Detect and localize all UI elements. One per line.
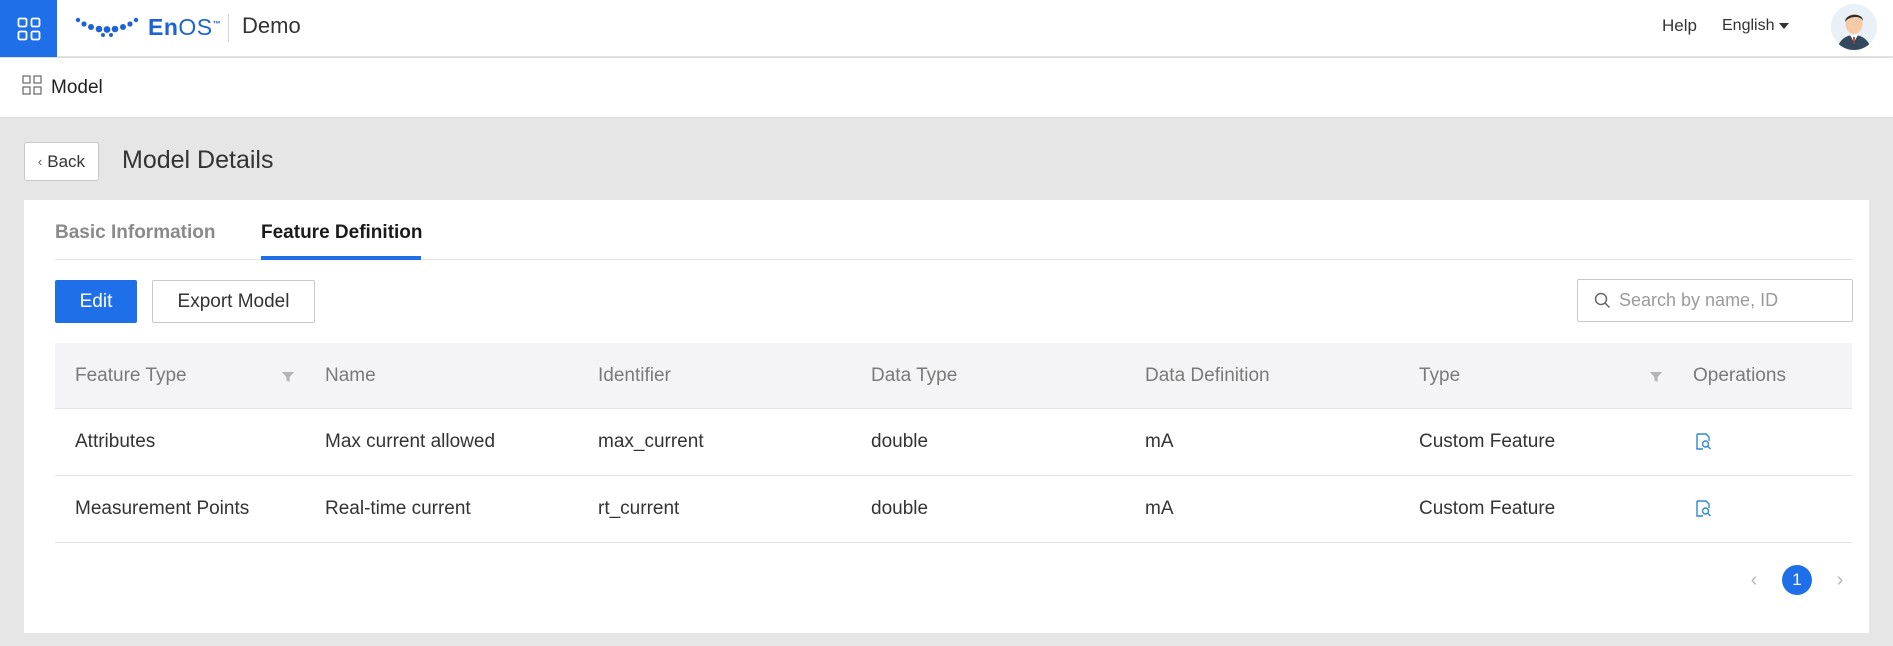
page-1-button[interactable]: 1 bbox=[1782, 565, 1812, 595]
cell-identifier: max_current bbox=[598, 431, 704, 452]
search-box[interactable] bbox=[1577, 279, 1853, 322]
view-detail-button[interactable] bbox=[1695, 433, 1712, 451]
enos-logo[interactable]: EnOS™ bbox=[74, 12, 221, 42]
col-identifier: Identifier bbox=[598, 364, 671, 386]
col-operations: Operations bbox=[1693, 364, 1786, 386]
cell-operations bbox=[1693, 409, 1712, 475]
search-input[interactable] bbox=[1619, 290, 1839, 311]
cell-data-type: double bbox=[871, 498, 929, 519]
breadcrumb-model[interactable]: Model bbox=[51, 77, 103, 99]
enos-logo-icon bbox=[75, 17, 139, 37]
filter-icon[interactable] bbox=[281, 370, 295, 384]
cell-data-definition: mA bbox=[1145, 431, 1174, 452]
pagination: ‹ 1 › bbox=[1744, 565, 1850, 595]
col-data-definition: Data Definition bbox=[1145, 364, 1270, 386]
col-name: Name bbox=[325, 364, 376, 386]
breadcrumb: Model bbox=[0, 58, 1893, 118]
tab-basic-information[interactable]: Basic Information bbox=[55, 222, 215, 244]
chevron-left-icon: ‹ bbox=[37, 154, 43, 169]
feature-table: Feature Type Name Identifier Data Type D… bbox=[55, 343, 1852, 543]
header-divider bbox=[228, 14, 229, 42]
col-data-type: Data Type bbox=[871, 364, 958, 386]
table-row: Attributes Max current allowed max_curre… bbox=[55, 409, 1852, 476]
edit-button[interactable]: Edit bbox=[55, 280, 137, 323]
search-icon bbox=[1594, 292, 1611, 309]
user-avatar[interactable] bbox=[1831, 4, 1877, 50]
cell-identifier: rt_current bbox=[598, 498, 680, 519]
language-label: English bbox=[1722, 17, 1775, 34]
top-nav-bar: EnOS™ Demo Help English bbox=[0, 0, 1893, 57]
cell-feature-type: Measurement Points bbox=[75, 498, 250, 519]
filter-icon[interactable] bbox=[1649, 370, 1663, 384]
details-card: Basic Information Feature Definition Edi… bbox=[24, 200, 1869, 633]
apps-grid-icon bbox=[17, 17, 40, 40]
caret-down-icon bbox=[1779, 23, 1790, 29]
col-type: Type bbox=[1419, 364, 1461, 386]
tab-bar: Basic Information Feature Definition bbox=[55, 200, 1852, 260]
cell-feature-type: Attributes bbox=[75, 431, 156, 452]
view-detail-icon bbox=[1696, 433, 1711, 450]
cell-name: Real-time current bbox=[325, 498, 471, 519]
cell-type: Custom Feature bbox=[1419, 498, 1556, 519]
cell-type: Custom Feature bbox=[1419, 431, 1556, 452]
cell-data-definition: mA bbox=[1145, 498, 1174, 519]
cell-name: Max current allowed bbox=[325, 431, 496, 452]
app-switcher-button[interactable] bbox=[0, 0, 57, 57]
back-label: Back bbox=[47, 151, 86, 171]
table-header: Feature Type Name Identifier Data Type D… bbox=[55, 343, 1852, 409]
view-detail-button[interactable] bbox=[1695, 500, 1712, 518]
logo-wordmark: EnOS™ bbox=[148, 13, 222, 40]
view-detail-icon bbox=[1696, 500, 1711, 517]
model-grid-icon bbox=[22, 75, 42, 95]
tab-feature-definition[interactable]: Feature Definition bbox=[261, 222, 423, 244]
user-avatar-icon bbox=[1831, 4, 1877, 50]
app-name: Demo bbox=[242, 13, 301, 38]
cell-operations bbox=[1693, 476, 1712, 542]
prev-page-button[interactable]: ‹ bbox=[1744, 569, 1764, 592]
help-link[interactable]: Help bbox=[1662, 16, 1697, 36]
next-page-button[interactable]: › bbox=[1830, 569, 1850, 592]
language-select[interactable]: English bbox=[1722, 17, 1790, 35]
page-title: Model Details bbox=[122, 146, 274, 174]
export-model-button[interactable]: Export Model bbox=[152, 280, 315, 323]
table-row: Measurement Points Real-time current rt_… bbox=[55, 476, 1852, 543]
cell-data-type: double bbox=[871, 431, 929, 452]
back-button[interactable]: ‹ Back bbox=[24, 142, 99, 181]
active-tab-indicator bbox=[261, 256, 421, 260]
col-feature-type: Feature Type bbox=[75, 364, 187, 386]
